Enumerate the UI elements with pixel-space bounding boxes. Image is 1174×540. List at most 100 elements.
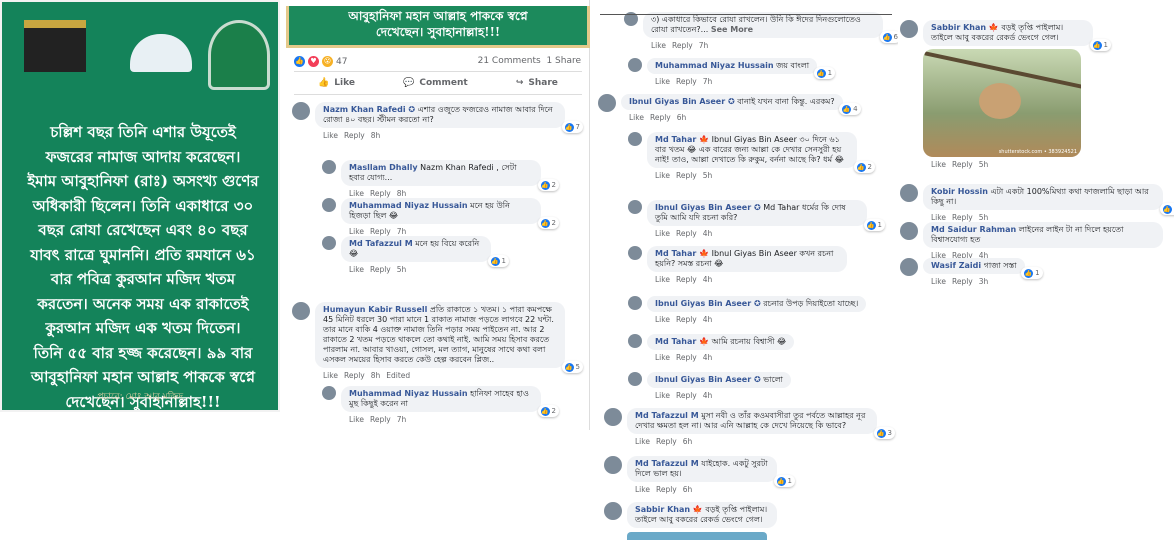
avatar[interactable] <box>900 20 918 38</box>
comment-time[interactable]: 6h <box>683 485 693 494</box>
commenter-name[interactable]: Muhammad Niyaz Hussain <box>349 389 468 398</box>
comment-reply-link[interactable]: Reply <box>952 160 973 169</box>
commenter-name[interactable]: Ibnul Giyas Bin Aseer ✪ <box>655 375 761 384</box>
comment-reply-link[interactable]: Reply <box>672 41 693 50</box>
commenter-name[interactable]: Masllam Dhally <box>349 163 418 172</box>
comment-like-link[interactable]: Like <box>629 113 644 122</box>
commenter-name[interactable]: Muhammad Niyaz Hussain <box>349 201 468 210</box>
comment-photo-monkey[interactable]: shutterstock.com • 383924521 <box>923 49 1081 157</box>
comment-like-link[interactable]: Like <box>655 353 670 362</box>
avatar[interactable] <box>628 296 642 310</box>
comment-reply-link[interactable]: Reply <box>952 213 973 222</box>
commenter-name[interactable]: Ibnul Giyas Bin Aseer ✪ <box>629 97 735 106</box>
commenter-name[interactable]: Wasif Zaidi <box>931 261 981 270</box>
commenter-name[interactable]: Nazm Khan Rafedi ✪ <box>323 105 415 114</box>
comment-time[interactable]: 4h <box>703 229 713 238</box>
comment-reply-link[interactable]: Reply <box>370 415 391 424</box>
comment-like-link[interactable]: Like <box>655 229 670 238</box>
comment-time[interactable]: 4h <box>703 353 713 362</box>
comments-count[interactable]: 21 Comments <box>478 56 541 66</box>
avatar[interactable] <box>598 94 616 112</box>
reaction-count-chip[interactable]: 👍1 <box>1159 203 1174 215</box>
avatar[interactable] <box>628 132 642 146</box>
post-image-banner[interactable]: আবুহানিফা মহান আল্লাহ পাককে স্বপ্নে দেখে… <box>286 6 590 48</box>
reaction-count-chip[interactable]: 👍 2 <box>537 217 559 229</box>
avatar[interactable] <box>900 222 918 240</box>
comment-like-link[interactable]: Like <box>931 277 946 286</box>
comment-reply-link[interactable]: Reply <box>952 277 973 286</box>
comment-like-link[interactable]: Like <box>349 415 364 424</box>
comment-time[interactable]: 5h <box>979 160 989 169</box>
reaction-count-chip[interactable]: 👍1 <box>487 255 509 267</box>
commenter-name[interactable]: Md Tahar 🍁 <box>655 249 709 258</box>
comment-time[interactable]: 5h <box>397 265 407 274</box>
comment-time[interactable]: 5h <box>979 213 989 222</box>
commenter-name[interactable]: Sabbir Khan 🍁 <box>635 505 703 514</box>
comment-reply-link[interactable]: Reply <box>676 171 697 180</box>
avatar[interactable] <box>628 200 642 214</box>
reaction-count-chip[interactable]: 👍 7 <box>561 121 583 133</box>
comment-time[interactable]: 8h <box>397 189 407 198</box>
see-more-link[interactable]: See More <box>711 25 753 34</box>
reaction-count-chip[interactable]: 👍 4 <box>839 103 861 115</box>
avatar[interactable] <box>322 236 336 250</box>
reaction-count-chip[interactable]: 👍 2 <box>537 405 559 417</box>
avatar[interactable] <box>604 502 622 520</box>
comment-time[interactable]: 5h <box>703 171 713 180</box>
comment-reply-link[interactable]: Reply <box>344 371 365 380</box>
avatar[interactable] <box>628 372 642 386</box>
comment-reply-link[interactable]: Reply <box>676 229 697 238</box>
comment-like-link[interactable]: Like <box>349 189 364 198</box>
comment-time[interactable]: 7h <box>703 77 713 86</box>
comment-time[interactable]: 4h <box>703 391 713 400</box>
avatar[interactable] <box>900 184 918 202</box>
comment-time[interactable]: 6h <box>677 113 687 122</box>
share-button[interactable]: ↪ Share <box>516 78 558 88</box>
commenter-name[interactable]: Md Tafazzul M <box>635 411 699 420</box>
avatar[interactable] <box>322 198 336 212</box>
commenter-name[interactable]: Ibnul Giyas Bin Aseer ✪ <box>655 299 761 308</box>
comment-like-link[interactable]: Like <box>655 315 670 324</box>
commenter-name[interactable]: Md Tafazzul M <box>635 459 699 468</box>
avatar[interactable] <box>604 456 622 474</box>
comment-reply-link[interactable]: Reply <box>676 391 697 400</box>
comment-time[interactable]: 7h <box>397 227 407 236</box>
comment-reply-link[interactable]: Reply <box>676 77 697 86</box>
avatar[interactable] <box>322 160 336 174</box>
shares-count[interactable]: 1 Share <box>546 56 581 66</box>
reaction-count-chip[interactable]: 👍1 <box>813 67 836 79</box>
comment-reply-link[interactable]: Reply <box>344 131 365 140</box>
avatar[interactable] <box>292 102 310 120</box>
comment-like-link[interactable]: Like <box>635 485 650 494</box>
avatar[interactable] <box>628 58 642 72</box>
avatar[interactable] <box>322 386 336 400</box>
commenter-name[interactable]: Muhammad Niyaz Hussain <box>655 61 774 70</box>
comment-time[interactable]: 8h <box>371 131 381 140</box>
comment-like-link[interactable]: Like <box>635 437 650 446</box>
comment-time[interactable]: 4h <box>703 275 713 284</box>
comment-time[interactable]: 4h <box>703 315 713 324</box>
avatar[interactable] <box>628 246 642 260</box>
comment-time[interactable]: 7h <box>699 41 709 50</box>
comment-like-link[interactable]: Like <box>931 213 946 222</box>
comment-like-link[interactable]: Like <box>655 171 670 180</box>
comment-like-link[interactable]: Like <box>651 41 666 50</box>
commenter-name[interactable]: Md Tahar 🍁 <box>655 337 709 346</box>
comment-like-link[interactable]: Like <box>655 391 670 400</box>
comment-reply-link[interactable]: Reply <box>650 113 671 122</box>
comment-reply-link[interactable]: Reply <box>370 265 391 274</box>
comment-like-link[interactable]: Like <box>323 131 338 140</box>
comment-reply-link[interactable]: Reply <box>676 275 697 284</box>
commenter-name[interactable]: Md Saidur Rahman <box>931 225 1016 234</box>
reaction-count-chip[interactable]: 👍 5 <box>561 361 583 373</box>
avatar[interactable] <box>292 302 310 320</box>
avatar[interactable] <box>604 408 622 426</box>
comment-reply-link[interactable]: Reply <box>370 189 391 198</box>
comment-reply-link[interactable]: Reply <box>676 315 697 324</box>
commenter-name[interactable]: Md Tafazzul M <box>349 239 413 248</box>
reaction-count-chip[interactable]: 👍1 <box>1021 267 1043 279</box>
comment-like-link[interactable]: Like <box>655 275 670 284</box>
comment-time[interactable]: 7h <box>397 415 407 424</box>
reaction-count-chip[interactable]: 👍 2 <box>537 179 559 191</box>
commenter-name[interactable]: Ibnul Giyas Bin Aseer ✪ <box>655 203 761 212</box>
